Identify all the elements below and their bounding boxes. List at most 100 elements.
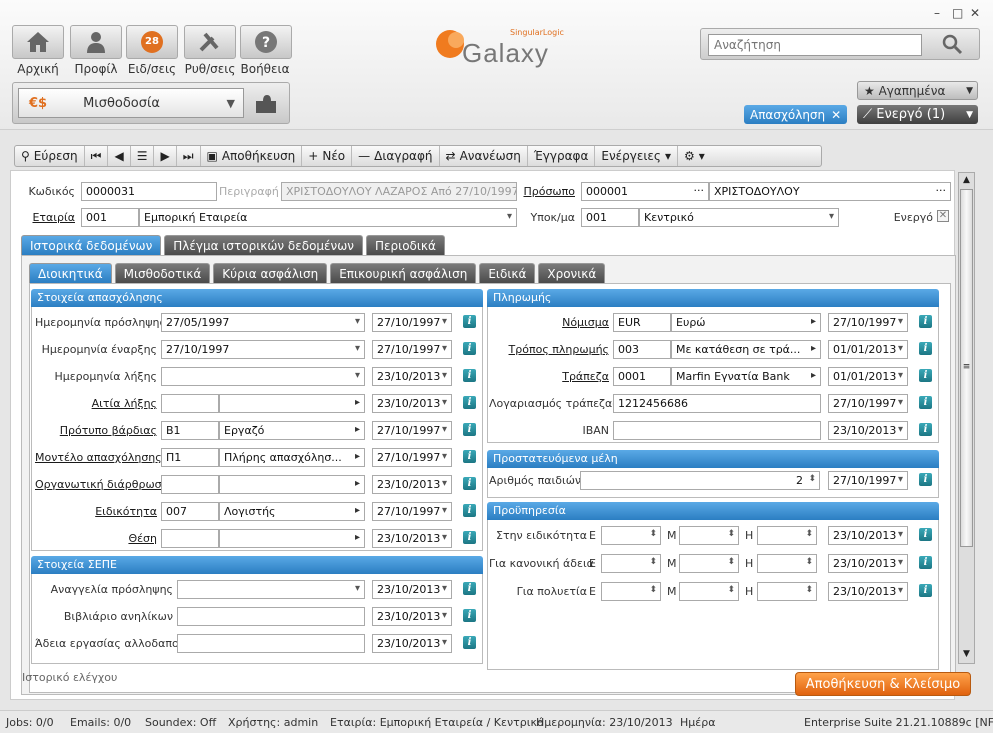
documents-button[interactable]: Έγγραφα (528, 146, 596, 166)
tab-history-data[interactable]: Ιστορικά δεδομένων (21, 235, 162, 255)
employment-field-label[interactable]: Αιτία λήξης (35, 397, 157, 410)
info-icon[interactable]: i (919, 473, 932, 486)
payment-value-field[interactable] (613, 421, 821, 440)
code-field[interactable]: 0000031 (81, 182, 217, 201)
sepe-effective-date[interactable]: 23/10/2013 (372, 607, 452, 626)
seniority-effective-date[interactable]: 23/10/2013 (828, 554, 908, 573)
seniority-e-field[interactable] (601, 526, 661, 545)
info-icon[interactable]: i (919, 315, 932, 328)
seniority-effective-date[interactable]: 23/10/2013 (828, 582, 908, 601)
seniority-h-field[interactable] (757, 526, 817, 545)
sepe-effective-date[interactable]: 23/10/2013 (372, 634, 452, 653)
tab-main-insurance[interactable]: Κύρια ασφάλιση (213, 263, 328, 283)
employment-code-field[interactable]: Π1 (161, 448, 219, 467)
employment-name-select[interactable]: Εργαζό (219, 421, 365, 440)
payment-name-select[interactable]: Marfin Εγνατία Bank (671, 367, 821, 386)
employment-name-select[interactable]: Πλήρης απασχόλησ... (219, 448, 365, 467)
settings-button[interactable] (184, 25, 236, 59)
payment-code-field[interactable]: 0001 (613, 367, 671, 386)
actions-button[interactable]: Ενέργειες ▾ (595, 146, 678, 166)
search-button[interactable] (927, 31, 977, 57)
employment-effective-date[interactable]: 27/10/1997 (372, 313, 452, 332)
employment-code-field[interactable] (161, 394, 219, 413)
list-button[interactable]: ☰ (131, 146, 155, 166)
employment-date-value[interactable]: 27/05/1997 (161, 313, 365, 332)
employment-field-label[interactable]: Οργανωτική διάρθρωση (35, 478, 169, 491)
info-icon[interactable]: i (919, 423, 932, 436)
help-button[interactable]: ? (240, 25, 292, 59)
sepe-value-field[interactable] (177, 607, 365, 626)
favorites-button[interactable]: ★ Αγαπημένα ▼ (857, 81, 978, 100)
company-code-field[interactable]: 001 (81, 208, 139, 227)
employment-effective-date[interactable]: 27/10/1997 (372, 421, 452, 440)
info-icon[interactable]: i (463, 369, 476, 382)
employment-effective-date[interactable]: 23/10/2013 (372, 367, 452, 386)
first-record-button[interactable]: ⏮ (85, 146, 109, 166)
payment-field-label[interactable]: Νόμισμα (489, 316, 609, 329)
context-tag[interactable]: Απασχόληση ✕ (744, 105, 848, 124)
payment-field-label[interactable]: Τράπεζα (489, 370, 609, 383)
tab-payroll[interactable]: Μισθοδοτικά (114, 263, 211, 283)
seniority-h-field[interactable] (757, 582, 817, 601)
info-icon[interactable]: i (463, 531, 476, 544)
info-icon[interactable]: i (463, 504, 476, 517)
employment-effective-date[interactable]: 27/10/1997 (372, 448, 452, 467)
employment-field-label[interactable]: Πρότυπο βάρδιας (35, 424, 157, 437)
info-icon[interactable]: i (463, 396, 476, 409)
scroll-up-icon[interactable]: ▲ (960, 175, 973, 187)
tab-administrative[interactable]: Διοικητικά (29, 263, 112, 283)
info-icon[interactable]: i (463, 636, 476, 649)
previous-record-button[interactable]: ◀ (108, 146, 131, 166)
audit-history-link[interactable]: Ιστορικό ελέγχου (22, 671, 117, 684)
seniority-effective-date[interactable]: 23/10/2013 (828, 526, 908, 545)
refresh-button[interactable]: ⇄ Ανανέωση (440, 146, 528, 166)
info-icon[interactable]: i (463, 342, 476, 355)
save-button[interactable]: ▣ Αποθήκευση (201, 146, 303, 166)
payment-field-label[interactable]: Τρόπος πληρωμής (489, 343, 609, 356)
person-label[interactable]: Πρόσωπο (511, 185, 575, 198)
plugin-icon[interactable] (253, 93, 279, 118)
active-windows-button[interactable]: ⟋ Ενεργό (1) ▼ (857, 105, 978, 124)
info-icon[interactable]: i (919, 396, 932, 409)
sepe-effective-date[interactable]: 23/10/2013 (372, 580, 452, 599)
employment-date-value[interactable]: 27/10/1997 (161, 340, 365, 359)
company-select[interactable]: Εμπορική Εταιρεία (139, 208, 517, 227)
tab-periodic[interactable]: Περιοδικά (366, 235, 445, 255)
employment-effective-date[interactable]: 23/10/2013 (372, 394, 452, 413)
find-button[interactable]: ⚲ Εύρεση (15, 146, 85, 166)
seniority-e-field[interactable] (601, 582, 661, 601)
tab-supplementary-insurance[interactable]: Επικουρική ασφάλιση (330, 263, 477, 283)
employment-name-select[interactable] (219, 475, 365, 494)
info-icon[interactable]: i (463, 423, 476, 436)
options-button[interactable]: ⚙ ▾ (678, 146, 711, 166)
scroll-thumb[interactable]: ≡ (960, 189, 973, 547)
info-icon[interactable]: i (919, 528, 932, 541)
payment-effective-date[interactable]: 27/10/1997 (828, 313, 908, 332)
person-code-field[interactable]: 000001 ··· (581, 182, 709, 201)
scroll-down-icon[interactable]: ▼ (960, 649, 973, 661)
close-window-button[interactable]: ✕ (970, 6, 980, 20)
company-label[interactable]: Εταιρία (15, 211, 75, 224)
info-icon[interactable]: i (919, 556, 932, 569)
search-input[interactable] (708, 34, 922, 56)
seniority-m-field[interactable] (679, 554, 739, 573)
employment-code-field[interactable]: Β1 (161, 421, 219, 440)
branch-code-field[interactable]: 001 (581, 208, 639, 227)
profile-button[interactable] (70, 25, 122, 59)
employment-code-field[interactable] (161, 475, 219, 494)
payment-value-field[interactable]: 1212456686 (613, 394, 821, 413)
employment-effective-date[interactable]: 23/10/2013 (372, 475, 452, 494)
info-icon[interactable]: i (463, 609, 476, 622)
employment-name-select[interactable] (219, 529, 365, 548)
seniority-e-field[interactable] (601, 554, 661, 573)
seniority-m-field[interactable] (679, 526, 739, 545)
lookup-icon[interactable]: ··· (694, 184, 705, 197)
employment-name-select[interactable]: Λογιστής (219, 502, 365, 521)
info-icon[interactable]: i (919, 584, 932, 597)
payment-name-select[interactable]: Ευρώ (671, 313, 821, 332)
employment-field-label[interactable]: Μοντέλο απασχόλησης (35, 451, 162, 464)
children-date-field[interactable]: 27/10/1997 (828, 471, 908, 490)
payment-name-select[interactable]: Με κατάθεση σε τρά... (671, 340, 821, 359)
info-icon[interactable]: i (463, 477, 476, 490)
branch-select[interactable]: Κεντρικό (639, 208, 839, 227)
